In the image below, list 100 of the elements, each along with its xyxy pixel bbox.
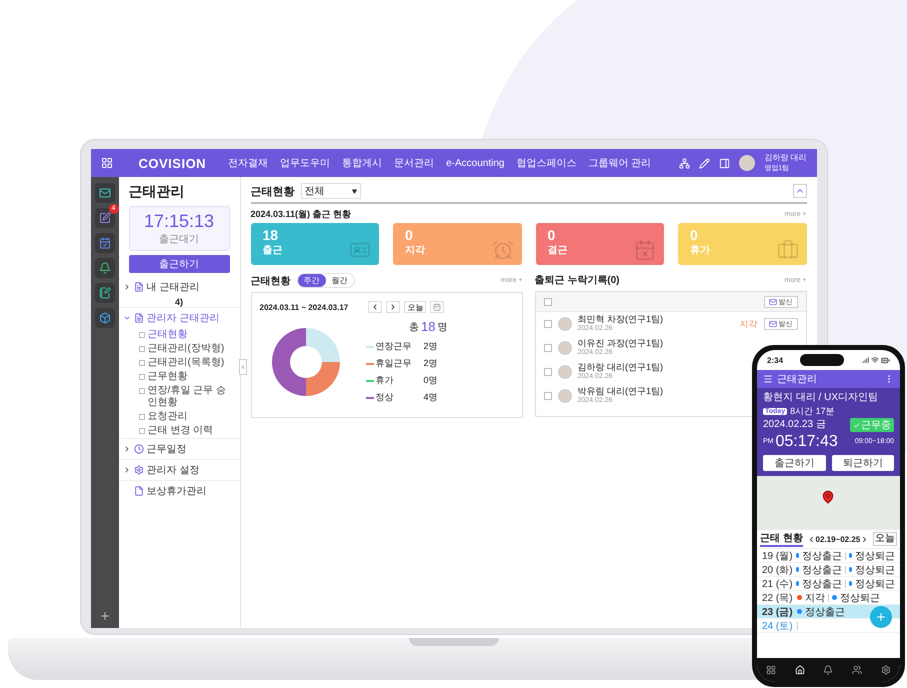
tree-subitem[interactable]: 근태 변경 이력 <box>118 424 240 438</box>
rail-button[interactable] <box>94 258 114 278</box>
rail-button[interactable] <box>94 308 114 328</box>
tree-item[interactable]: 관리자 설정 <box>118 459 240 480</box>
row-checkbox[interactable] <box>544 344 552 352</box>
clock-in-button[interactable]: 출근하기 <box>128 255 230 273</box>
mail-icon <box>768 298 776 306</box>
bell-icon[interactable] <box>823 665 834 675</box>
people-icon[interactable] <box>852 665 862 675</box>
tree-item[interactable]: 내 근태관리 <box>118 277 240 297</box>
tree-subitem[interactable]: 근태현황 <box>118 328 240 342</box>
panel-title: 근태현황 <box>250 274 290 288</box>
person-name: 최민혁 차장(연구1팀) <box>578 314 663 324</box>
clock-icon <box>134 444 144 454</box>
day-row[interactable]: 20 (화) 정상출근 정상퇴근 <box>757 563 900 577</box>
check-icon <box>853 422 860 428</box>
day-row[interactable]: 21 (수) 정상출근 정상퇴근 <box>757 577 900 591</box>
menu-item[interactable]: 통합게시 <box>342 156 382 170</box>
menu-item[interactable]: 업무도우미 <box>280 156 330 170</box>
legend-value: 0명 <box>424 374 439 387</box>
date-range: 2024.03.11 ~ 2024.03.17 <box>260 302 348 312</box>
stat-label: 지각 <box>405 244 425 257</box>
map-pin-icon <box>821 490 835 504</box>
entry-label: 정상퇴근 <box>854 578 895 590</box>
tree-item[interactable]: 관리자 근태관리 <box>118 307 240 328</box>
page-icon <box>134 486 144 496</box>
status-tab[interactable]: 근태 현황 <box>760 531 803 547</box>
mail-icon <box>768 320 776 328</box>
clock-button[interactable]: 출근하기 <box>763 455 826 471</box>
user-info: 황현지 대리 / UX디자인팀 <box>763 392 880 404</box>
person-avatar <box>558 365 572 379</box>
previous-button[interactable] <box>368 301 382 313</box>
square-icon <box>138 374 144 380</box>
legend-label: 연장근무 <box>376 340 412 353</box>
tree-subitem[interactable]: 근태관리(장박형) <box>118 342 240 356</box>
next-button[interactable] <box>386 301 400 313</box>
bell-icon <box>98 262 110 274</box>
today-button[interactable]: 오늘 <box>873 532 897 546</box>
apps-icon[interactable] <box>100 157 112 169</box>
calendar-icon <box>433 303 442 311</box>
menu-item[interactable]: e-Accounting <box>446 158 504 168</box>
worked-time: 8시간 17분 <box>790 405 835 417</box>
legend-label: 정상 <box>376 391 394 404</box>
document-icon <box>134 313 144 323</box>
menu-item[interactable]: 협업스페이스 <box>516 156 576 170</box>
grid-icon[interactable] <box>766 665 776 675</box>
notebook-icon <box>98 287 110 299</box>
tree-subitem[interactable]: 연장/휴일 근무 승인현황 <box>118 384 240 410</box>
square-icon <box>138 428 144 434</box>
period-tab[interactable]: 월간 <box>326 274 354 287</box>
row-checkbox[interactable] <box>544 320 552 328</box>
day-row[interactable]: 19 (월) 정상출근 정상퇴근 <box>757 549 900 563</box>
status-time: 2:34 <box>767 356 784 364</box>
period-tab[interactable]: 주간 <box>298 274 326 287</box>
select-all-checkbox[interactable] <box>544 298 552 306</box>
panel-icon[interactable] <box>719 158 730 168</box>
person-avatar <box>558 341 572 355</box>
rail-button[interactable] <box>94 183 114 203</box>
menu-item[interactable]: 전자결재 <box>228 156 268 170</box>
home-icon[interactable] <box>794 665 805 675</box>
dynamic-island <box>800 354 844 366</box>
date-heading: 2024.03.11(월) 출근 현황 <box>250 208 352 221</box>
calendar-button[interactable] <box>430 301 444 313</box>
row-checkbox[interactable] <box>544 368 552 376</box>
stat-count: 0 <box>690 227 699 243</box>
tree-item[interactable]: 근무일정 <box>118 438 240 459</box>
filter-select[interactable]: 전체 <box>300 183 360 199</box>
clock-button[interactable]: 퇴근하기 <box>832 455 894 471</box>
menu-icon[interactable] <box>763 374 773 384</box>
stat-count: 18 <box>262 227 280 243</box>
pencil-icon[interactable] <box>699 158 710 168</box>
menu-item[interactable]: 그룹웨어 관리 <box>588 156 652 170</box>
total-label: 총 <box>409 320 420 334</box>
org-chart-icon[interactable] <box>679 158 690 168</box>
tree-item[interactable]: 보상휴가관리 <box>118 480 240 501</box>
tree-subitem[interactable]: 근무현황 <box>118 370 240 384</box>
app-title: 근태관리 <box>777 373 817 386</box>
rail-button[interactable] <box>94 233 114 253</box>
entry-label: 정상출근 <box>805 606 845 618</box>
row-checkbox[interactable] <box>544 392 552 400</box>
settings-icon[interactable] <box>880 665 891 675</box>
collapse-handle[interactable] <box>238 359 246 375</box>
collapse-button[interactable] <box>792 184 806 198</box>
mail-icon <box>98 187 110 199</box>
entry-label: 정상출근 <box>802 578 842 590</box>
stat-label: 출근 <box>262 244 282 257</box>
entry-label: 정상퇴근 <box>840 592 880 604</box>
clock-time: 17:15:13 <box>144 211 214 232</box>
tree-subitem[interactable]: 근태관리(목록형) <box>118 356 240 370</box>
clock-status: 출근대기 <box>159 233 199 246</box>
rail-button[interactable] <box>94 283 114 303</box>
today-button[interactable]: 오늘 <box>404 301 426 313</box>
entry-label: 정상출근 <box>802 550 842 562</box>
signal-icon <box>860 356 869 364</box>
current-time: 05:17:43 <box>776 433 838 451</box>
menu-item[interactable]: 문서관리 <box>394 156 434 170</box>
add-icon[interactable] <box>98 610 110 622</box>
tree-subitem[interactable]: 요청관리 <box>118 410 240 424</box>
note-text: 4) <box>174 297 183 307</box>
square-icon <box>138 360 144 366</box>
